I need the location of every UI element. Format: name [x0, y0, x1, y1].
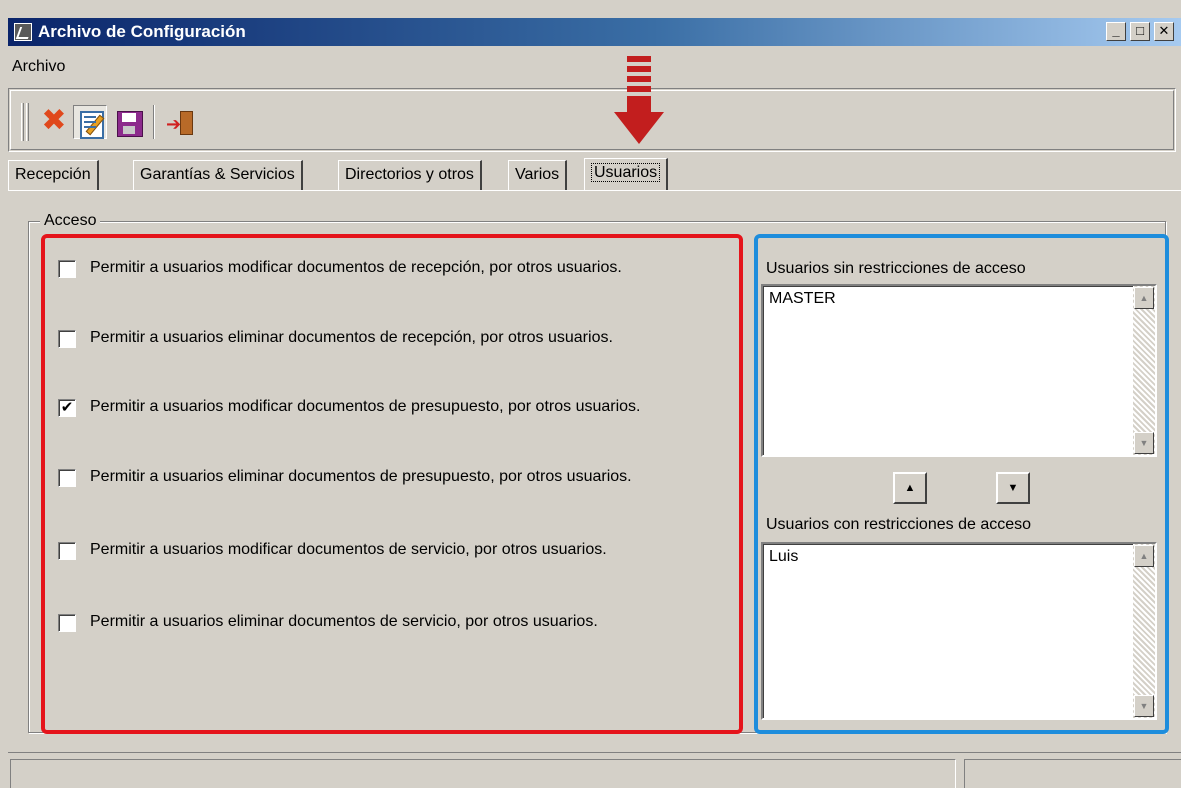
- checkbox[interactable]: [58, 614, 76, 632]
- close-button[interactable]: ✕: [1154, 22, 1174, 41]
- window-title: Archivo de Configuración: [38, 22, 246, 41]
- status-pane-main: [10, 759, 956, 788]
- menu-archivo[interactable]: Archivo: [12, 58, 65, 76]
- vertical-scrollbar[interactable]: ▲ ▼: [1133, 544, 1155, 718]
- scroll-up-icon[interactable]: ▲: [1134, 287, 1154, 309]
- delete-icon[interactable]: ✖: [37, 105, 71, 139]
- scroll-up-icon[interactable]: ▲: [1134, 545, 1154, 567]
- option-label: Permitir a usuarios modificar documentos…: [90, 259, 622, 276]
- app-icon: [14, 23, 32, 41]
- access-group-legend: Acceso: [40, 212, 101, 230]
- minimize-button[interactable]: _: [1106, 22, 1126, 41]
- option-label: Permitir a usuarios modificar documentos…: [90, 541, 607, 558]
- option-label: Permitir a usuarios eliminar documentos …: [90, 468, 632, 485]
- tab-usuarios[interactable]: Usuarios: [584, 158, 669, 190]
- toolbar-separator: [153, 105, 155, 139]
- tab-directorios-otros[interactable]: Directorios y otros: [338, 160, 482, 190]
- menu-bar: Archivo: [8, 48, 1181, 88]
- unrestricted-users-label: Usuarios sin restricciones de acceso: [766, 260, 1026, 277]
- toolbar-grip[interactable]: [21, 103, 24, 141]
- tab-varios[interactable]: Varios: [508, 160, 568, 190]
- annotation-arrow-icon: [614, 56, 664, 144]
- scroll-down-icon[interactable]: ▼: [1134, 432, 1154, 454]
- option-label: Permitir a usuarios modificar documentos…: [90, 398, 641, 415]
- status-bar: [8, 752, 1181, 788]
- tab-garantias-servicios[interactable]: Garantías & Servicios: [133, 160, 303, 190]
- checkbox[interactable]: [58, 469, 76, 487]
- list-item[interactable]: Luis: [769, 548, 798, 566]
- config-window: Archivo de Configuración _ □ ✕ Archivo ✖…: [0, 0, 1181, 788]
- tab-strip: Recepción Garantías & Servicios Director…: [8, 158, 1181, 190]
- edit-icon[interactable]: [73, 105, 107, 139]
- unrestricted-users-list[interactable]: MASTER ▲ ▼: [761, 284, 1157, 457]
- scroll-down-icon[interactable]: ▼: [1134, 695, 1154, 717]
- checkbox[interactable]: [58, 330, 76, 348]
- move-down-button[interactable]: ▼: [996, 472, 1030, 504]
- maximize-button[interactable]: □: [1130, 22, 1150, 41]
- option-label: Permitir a usuarios eliminar documentos …: [90, 329, 613, 346]
- exit-icon[interactable]: ➔: [163, 105, 197, 139]
- vertical-scrollbar[interactable]: ▲ ▼: [1133, 286, 1155, 455]
- status-pane-secondary: [964, 759, 1181, 788]
- list-item[interactable]: MASTER: [769, 290, 836, 308]
- restricted-users-label: Usuarios con restricciones de acceso: [766, 516, 1032, 533]
- option-label: Permitir a usuarios eliminar documentos …: [90, 613, 598, 630]
- checkbox[interactable]: [58, 260, 76, 278]
- tab-recepcion[interactable]: Recepción: [8, 160, 99, 190]
- checkbox[interactable]: ✔: [58, 399, 76, 417]
- toolbar: ✖ ➔: [8, 88, 1176, 152]
- checkbox[interactable]: [58, 542, 76, 560]
- move-up-button[interactable]: ▲: [893, 472, 927, 504]
- toolbar-grip[interactable]: [26, 103, 29, 141]
- save-icon[interactable]: [111, 105, 145, 139]
- title-bar: Archivo de Configuración _ □ ✕: [8, 18, 1181, 46]
- tab-usuarios-label: Usuarios: [591, 163, 661, 182]
- restricted-users-list[interactable]: Luis ▲ ▼: [761, 542, 1157, 720]
